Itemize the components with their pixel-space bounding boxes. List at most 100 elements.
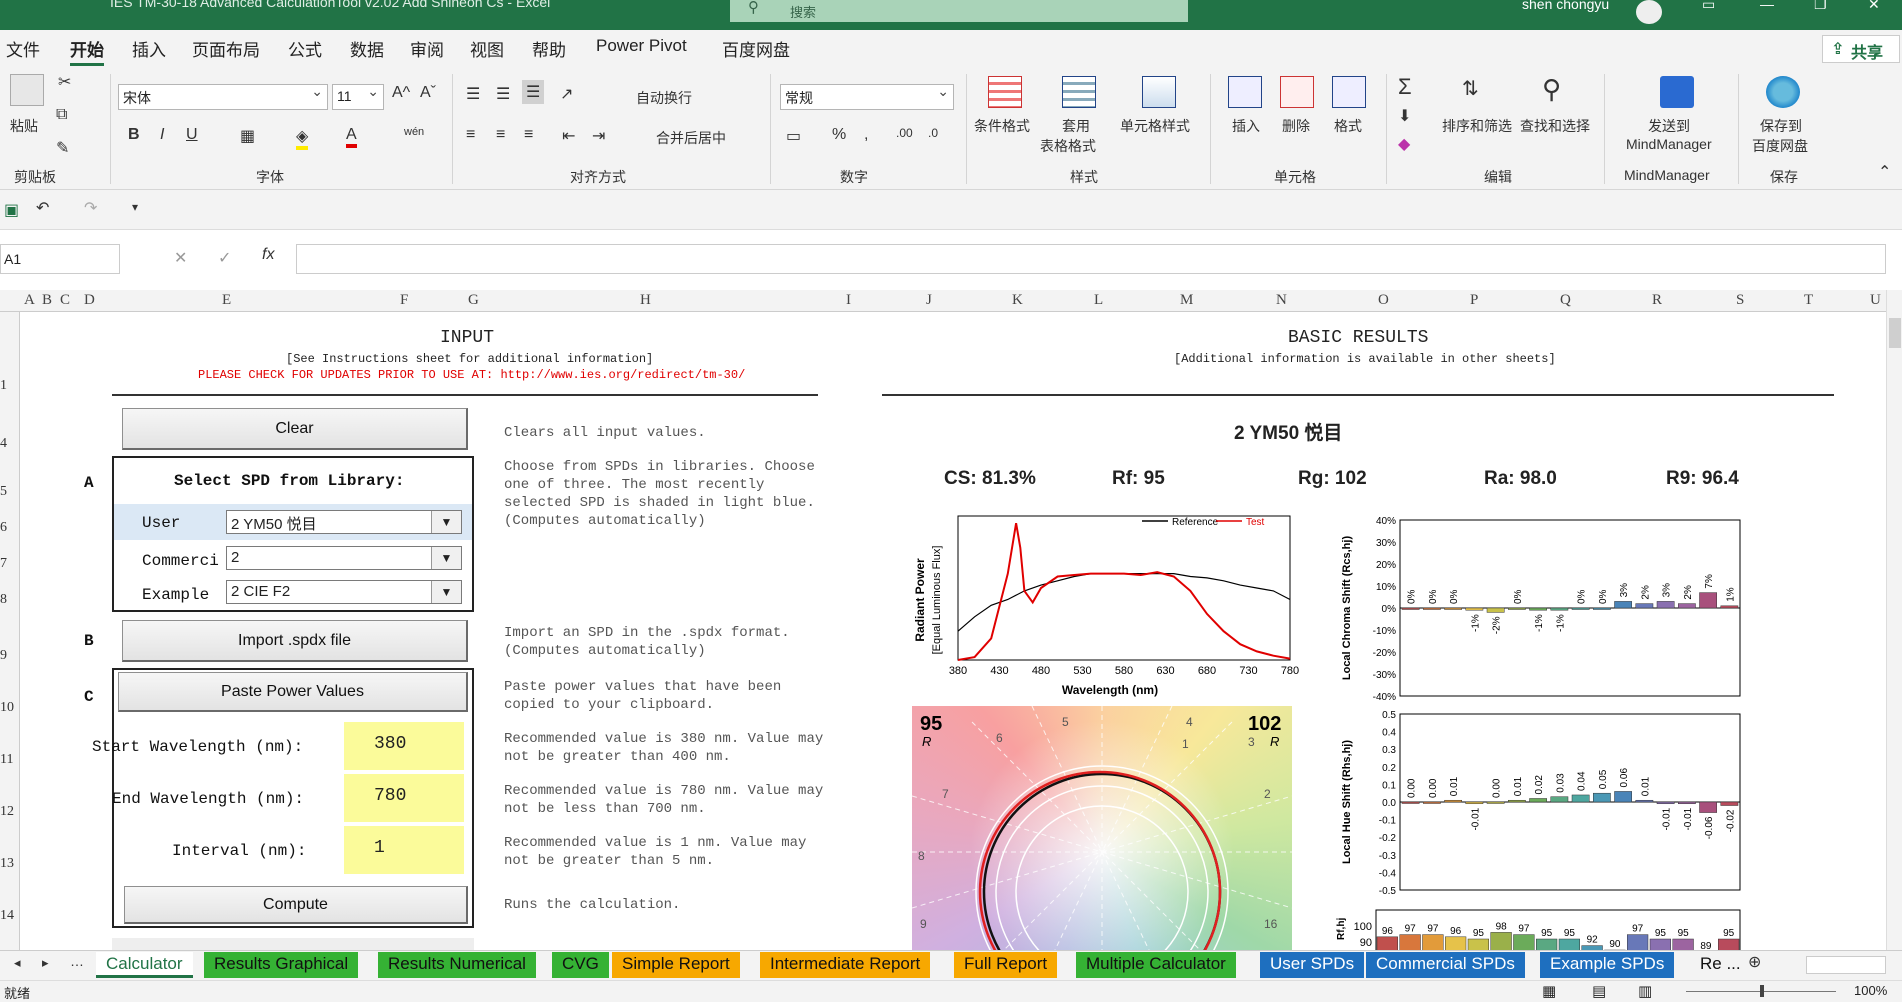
col-header[interactable]: A <box>24 292 35 309</box>
tab-results-numerical[interactable]: Results Numerical <box>378 952 536 978</box>
tab-full-report[interactable]: Full Report <box>954 952 1058 978</box>
page-break-view-icon[interactable]: ▥ <box>1638 982 1652 1000</box>
enter-formula-icon[interactable]: ✓ <box>218 248 231 268</box>
col-header[interactable]: E <box>222 292 231 309</box>
autosum-icon[interactable]: Σ <box>1398 74 1412 100</box>
col-header[interactable]: D <box>84 292 95 309</box>
increase-indent-icon[interactable]: ⇥ <box>592 126 605 146</box>
restore-icon[interactable]: ❐ <box>1814 0 1827 13</box>
row-header[interactable]: 11 <box>0 752 13 768</box>
increase-decimal-icon[interactable]: .00 <box>896 126 913 140</box>
tab-results-graphical[interactable]: Results Graphical <box>204 952 359 978</box>
start-wavelength-input[interactable]: 380 <box>344 722 464 770</box>
row-header[interactable]: 1 <box>0 378 7 394</box>
clear-icon[interactable]: ◆ <box>1398 134 1410 154</box>
merge-center-button[interactable]: 合并后居中 <box>656 128 726 148</box>
minimize-icon[interactable]: — <box>1760 0 1774 12</box>
cancel-formula-icon[interactable]: ✕ <box>174 248 187 268</box>
zoom-slider-thumb[interactable] <box>1760 985 1764 997</box>
row-header[interactable]: 8 <box>0 592 7 608</box>
tab-example-spds[interactable]: Example SPDs <box>1540 952 1675 978</box>
percent-icon[interactable]: % <box>832 126 846 144</box>
paste-icon[interactable] <box>10 74 44 106</box>
col-header[interactable]: R <box>1652 292 1662 309</box>
decrease-indent-icon[interactable]: ⇤ <box>562 126 575 146</box>
collapse-ribbon-icon[interactable]: ⌃ <box>1878 162 1891 182</box>
import-spdx-button[interactable]: Import .spdx file <box>122 620 468 662</box>
col-header[interactable]: P <box>1470 292 1478 309</box>
table-format-label-1[interactable]: 套用 <box>1062 116 1090 136</box>
col-header[interactable]: H <box>640 292 651 309</box>
search-box[interactable]: ⚲ 搜索 <box>730 0 1188 22</box>
border-icon[interactable]: ▦ <box>240 126 255 146</box>
delete-cells-button[interactable]: 删除 <box>1282 116 1310 136</box>
format-painter-icon[interactable]: ✎ <box>56 138 69 158</box>
col-header[interactable]: S <box>1736 292 1744 309</box>
customize-qat-icon[interactable]: ▾ <box>132 200 138 214</box>
col-header[interactable]: M <box>1180 292 1193 309</box>
menu-formulas[interactable]: 公式 <box>288 36 322 61</box>
paste-button[interactable]: 粘贴 <box>10 116 38 136</box>
col-header[interactable]: C <box>60 292 70 309</box>
tab-intermediate-report[interactable]: Intermediate Report <box>760 952 931 978</box>
compute-button[interactable]: Compute <box>124 886 468 924</box>
table-format-label-2[interactable]: 表格格式 <box>1040 136 1096 156</box>
find-select-button[interactable]: 查找和选择 <box>1520 116 1590 136</box>
share-button[interactable]: ⇪ 共享 <box>1822 35 1900 63</box>
format-cells-icon[interactable] <box>1332 76 1366 108</box>
normal-view-icon[interactable]: ▦ <box>1542 982 1556 1000</box>
avatar[interactable] <box>1636 0 1662 24</box>
delete-cells-icon[interactable] <box>1280 76 1314 108</box>
user-name[interactable]: shen chongyu <box>1522 0 1609 12</box>
tab-cvg[interactable]: CVG <box>552 952 609 978</box>
row-header[interactable]: 6 <box>0 520 7 536</box>
font-name-combo[interactable]: 宋体 <box>118 83 328 110</box>
ribbon-display-icon[interactable]: ▭ <box>1702 0 1715 13</box>
col-header[interactable]: Q <box>1560 292 1571 309</box>
zoom-level[interactable]: 100% <box>1854 983 1887 998</box>
tab-multiple-calculator[interactable]: Multiple Calculator <box>1076 952 1236 978</box>
number-format-combo[interactable]: 常规 <box>780 83 954 110</box>
menu-insert[interactable]: 插入 <box>132 36 166 61</box>
table-format-icon[interactable] <box>1062 76 1096 108</box>
tab-more-icon[interactable]: … <box>70 953 84 969</box>
fill-color-icon[interactable]: ◈ <box>296 126 309 150</box>
phonetic-icon[interactable]: wén <box>404 126 424 138</box>
row-header[interactable]: 4 <box>0 436 7 452</box>
row-header[interactable]: 9 <box>0 648 7 664</box>
align-middle-icon[interactable]: ☰ <box>496 84 510 104</box>
col-header[interactable]: J <box>926 292 932 309</box>
col-header[interactable]: O <box>1378 292 1389 309</box>
comma-icon[interactable]: , <box>864 126 868 144</box>
row-header[interactable]: 13 <box>0 856 14 872</box>
decrease-font-icon[interactable]: Aˇ <box>420 84 436 102</box>
save-baidu-label-2[interactable]: 百度网盘 <box>1752 136 1808 156</box>
align-right-icon[interactable]: ≡ <box>524 126 533 144</box>
bold-icon[interactable]: B <box>128 126 140 144</box>
col-header[interactable]: I <box>846 292 851 309</box>
insert-cells-icon[interactable] <box>1228 76 1262 108</box>
end-wavelength-input[interactable]: 780 <box>344 774 464 822</box>
tab-calculator[interactable]: Calculator <box>96 952 193 978</box>
conditional-format-button[interactable]: 条件格式 <box>974 116 1030 136</box>
menu-file[interactable]: 文件 <box>6 36 40 61</box>
conditional-format-icon[interactable] <box>988 76 1022 108</box>
interval-input[interactable]: 1 <box>344 826 464 874</box>
tab-user-spds[interactable]: User SPDs <box>1260 952 1365 978</box>
tab-simple-report[interactable]: Simple Report <box>612 952 740 978</box>
tab-scroll-right-icon[interactable]: ▸ <box>42 955 49 971</box>
menu-view[interactable]: 视图 <box>470 36 504 61</box>
redo-icon[interactable]: ↷ <box>84 198 97 218</box>
col-header[interactable]: G <box>468 292 479 309</box>
align-bottom-icon[interactable]: ☰ <box>522 80 545 104</box>
page-layout-view-icon[interactable]: ▤ <box>1592 982 1606 1000</box>
font-size-combo[interactable]: 11 <box>332 83 384 110</box>
menu-power-pivot[interactable]: Power Pivot <box>596 36 687 56</box>
paste-power-button[interactable]: Paste Power Values <box>118 672 468 712</box>
insert-cells-button[interactable]: 插入 <box>1232 116 1260 136</box>
row-header[interactable]: 10 <box>0 700 14 716</box>
save-icon[interactable]: ▣ <box>4 200 19 220</box>
col-header[interactable]: F <box>400 292 408 309</box>
tab-commercial-spds[interactable]: Commercial SPDs <box>1366 952 1525 978</box>
menu-review[interactable]: 审阅 <box>410 36 444 61</box>
